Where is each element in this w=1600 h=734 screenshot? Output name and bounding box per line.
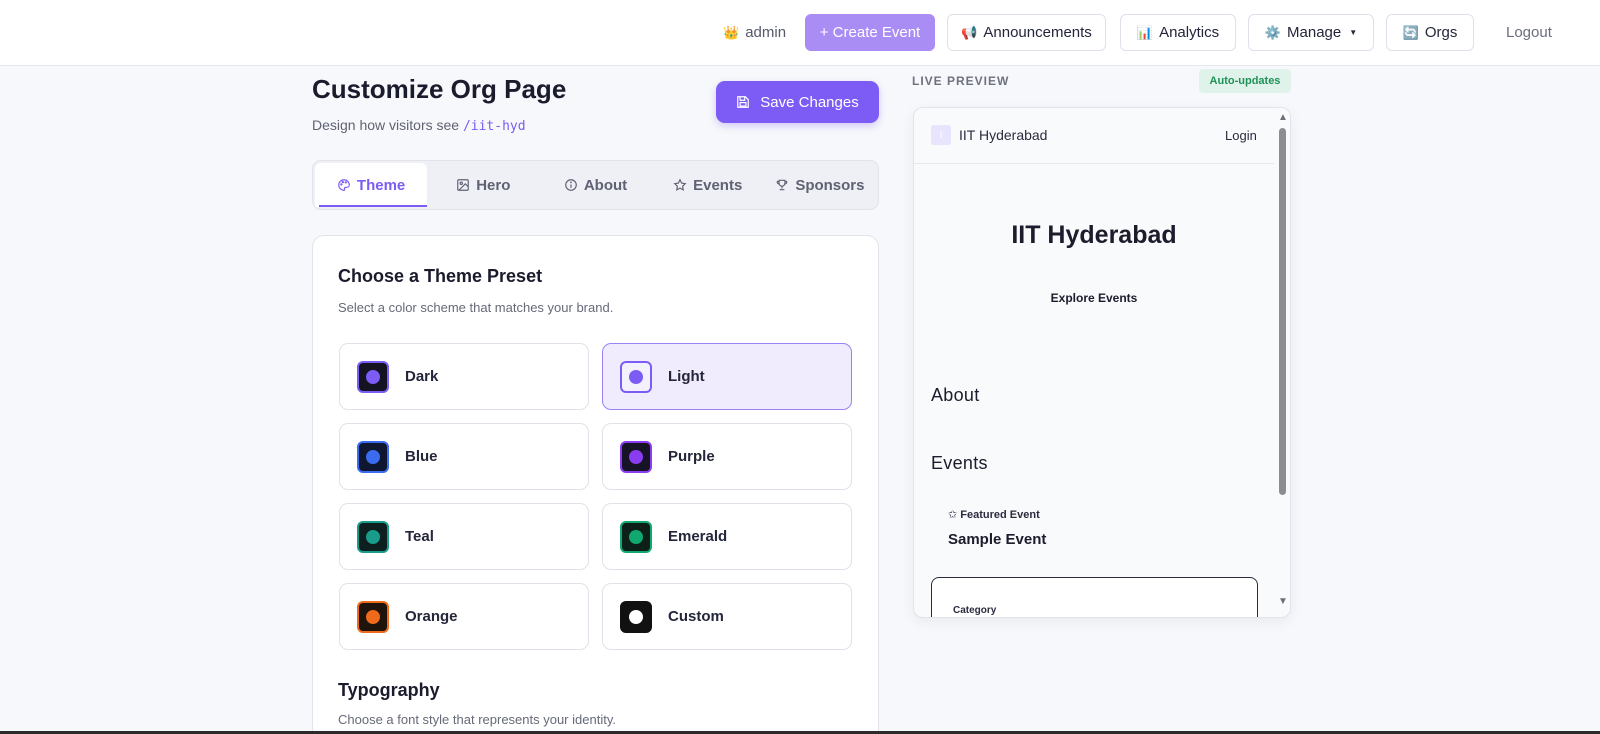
orgs-button[interactable]: 🔄 Orgs — [1386, 14, 1474, 51]
announcements-button[interactable]: 📢 Announcements — [947, 14, 1106, 51]
bar-chart-icon: 📊 — [1136, 24, 1154, 40]
preview-event-name: Sample Event — [948, 531, 1047, 548]
tab-events[interactable]: Events — [652, 163, 764, 207]
swatch-icon — [357, 520, 389, 553]
preview-about-heading: About — [931, 385, 980, 405]
tab-sponsors[interactable]: Sponsors — [764, 163, 876, 207]
org-slug: /iit-hyd — [462, 119, 526, 134]
typography-section-title: Typography — [338, 680, 440, 700]
logout-link[interactable]: Logout — [1506, 24, 1552, 41]
preview-org-name: IIT Hyderabad — [959, 127, 1048, 143]
preview-header: I IIT Hyderabad Login — [914, 108, 1274, 164]
preset-light[interactable]: Light — [602, 343, 852, 410]
trophy-icon — [775, 178, 789, 192]
scrollbar-thumb[interactable] — [1279, 128, 1286, 495]
gear-icon: ⚙️ — [1264, 24, 1282, 40]
save-icon — [736, 95, 750, 109]
manage-dropdown[interactable]: ⚙️ Manage ▼ — [1248, 14, 1374, 51]
user-name: admin — [745, 24, 787, 41]
customize-tabs: Theme Hero About Events Sponsors — [312, 160, 879, 210]
preview-event-card[interactable]: Category — [931, 577, 1258, 617]
swatch-icon — [620, 360, 652, 393]
preset-orange[interactable]: Orange — [339, 583, 589, 650]
palette-icon — [337, 178, 351, 192]
image-icon — [456, 178, 470, 192]
preview-login-link[interactable]: Login — [1225, 128, 1257, 143]
scroll-up-icon[interactable]: ▲ — [1278, 112, 1288, 123]
create-event-button[interactable]: + Create Event — [805, 14, 935, 51]
live-preview-label: LIVE PREVIEW — [912, 74, 1010, 88]
swatch-icon — [620, 440, 652, 473]
swatch-icon — [620, 600, 652, 633]
preview-hero-title: IIT Hyderabad — [1011, 221, 1177, 249]
preview-logo: I — [931, 125, 951, 145]
preset-custom[interactable]: Custom — [602, 583, 852, 650]
page-title: Customize Org Page — [312, 74, 567, 104]
save-changes-button[interactable]: Save Changes — [716, 81, 879, 123]
swatch-icon — [357, 600, 389, 633]
tab-hero[interactable]: Hero — [427, 163, 539, 207]
theme-section-title: Choose a Theme Preset — [338, 266, 543, 286]
scroll-down-icon[interactable]: ▼ — [1278, 596, 1288, 607]
crown-icon: 👑 — [723, 24, 740, 40]
live-preview-frame[interactable]: I IIT Hyderabad Login IIT Hyderabad Expl… — [913, 107, 1291, 618]
preview-scrollbar[interactable]: ▲ ▼ — [1274, 108, 1290, 617]
typography-section-subtitle: Choose a font style that represents your… — [338, 712, 616, 727]
user-indicator: 👑 admin — [723, 24, 786, 41]
top-navbar: 👑 admin + Create Event 📢 Announcements 📊… — [0, 0, 1600, 66]
auto-updates-badge: Auto-updates — [1199, 69, 1291, 93]
swatch-icon — [357, 360, 389, 393]
tab-theme[interactable]: Theme — [315, 163, 428, 207]
tab-about[interactable]: About — [539, 163, 651, 207]
swatch-icon — [357, 440, 389, 473]
analytics-button[interactable]: 📊 Analytics — [1120, 14, 1236, 51]
preview-featured-label: ✩ Featured Event — [948, 509, 1040, 521]
preview-events-heading: Events — [931, 453, 988, 473]
theme-section-subtitle: Select a color scheme that matches your … — [338, 300, 614, 315]
preset-emerald[interactable]: Emerald — [602, 503, 852, 570]
preview-category-label: Category — [953, 605, 997, 616]
theme-panel: Choose a Theme Preset Select a color sch… — [312, 235, 879, 734]
megaphone-icon: 📢 — [961, 24, 978, 40]
refresh-icon: 🔄 — [1402, 24, 1419, 40]
preset-blue[interactable]: Blue — [339, 423, 589, 490]
preset-purple[interactable]: Purple — [602, 423, 852, 490]
star-icon — [673, 178, 687, 192]
preview-explore-button[interactable]: Explore Events — [914, 291, 1274, 305]
swatch-icon — [620, 520, 652, 553]
page-subtitle: Design how visitors see /iit-hyd — [312, 117, 526, 134]
preset-teal[interactable]: Teal — [339, 503, 589, 570]
caret-down-icon: ▼ — [1349, 28, 1358, 37]
info-icon — [564, 178, 578, 192]
preset-dark[interactable]: Dark — [339, 343, 589, 410]
